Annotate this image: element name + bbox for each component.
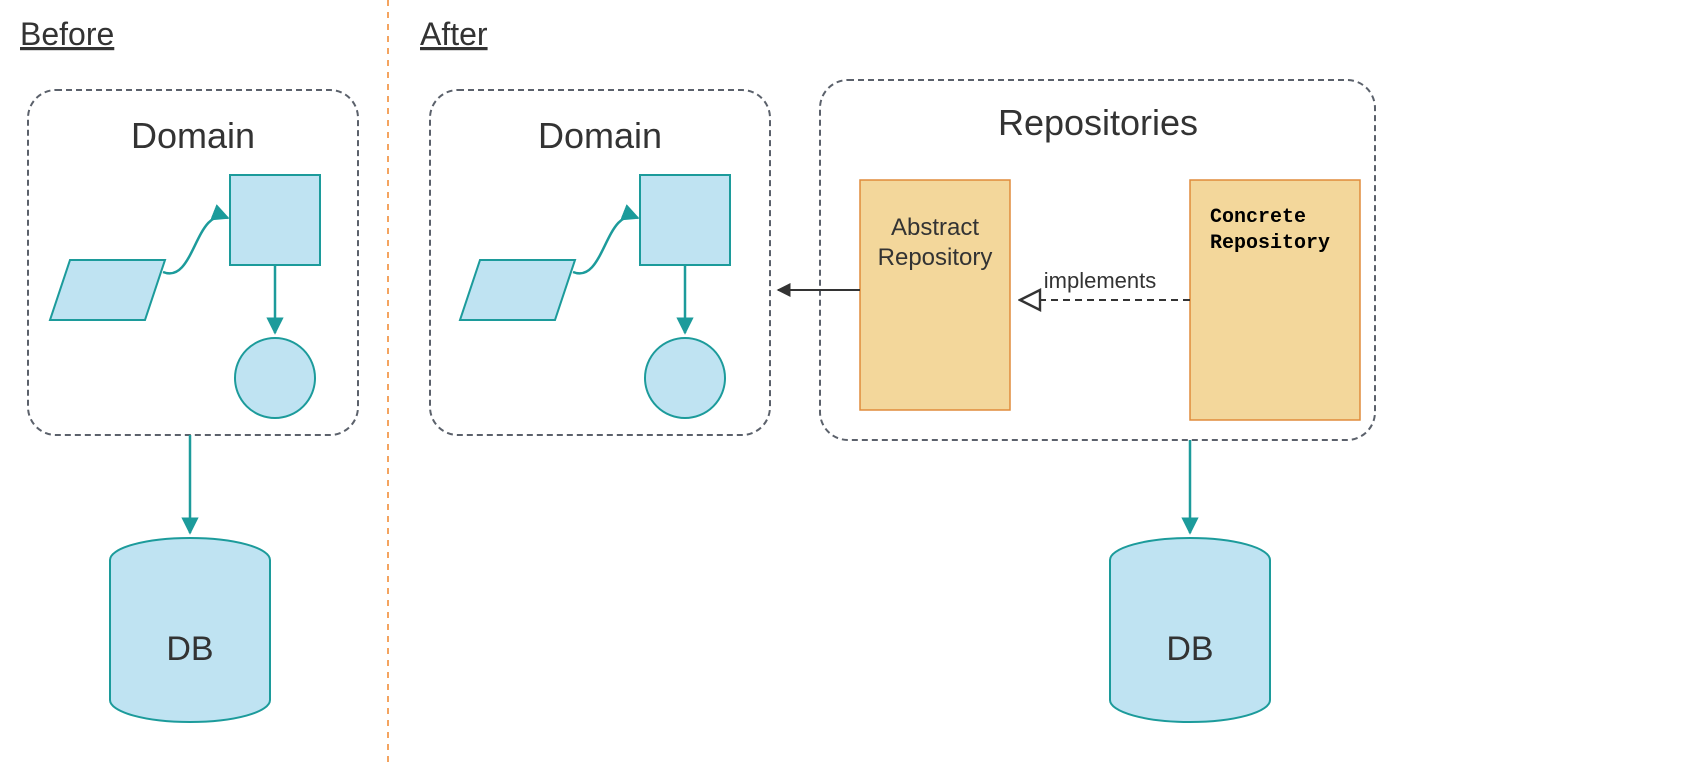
abstract-repository-label-1: Abstract (891, 214, 979, 241)
after-domain-title: Domain (538, 115, 662, 156)
before-heading: Before (20, 16, 114, 52)
repositories-title: Repositories (998, 102, 1198, 143)
architecture-diagram: Before Domain DB After Domain Repositori… (0, 0, 1698, 764)
before-domain-title: Domain (131, 115, 255, 156)
implements-label: implements (1044, 268, 1156, 293)
after-shape-circle (645, 338, 725, 418)
after-shape-square (640, 175, 730, 265)
concrete-repository-label-1: Concrete (1210, 206, 1306, 229)
after-db-cylinder: DB (1110, 538, 1270, 722)
before-db-cylinder: DB (110, 538, 270, 722)
after-shape-parallelogram (460, 260, 575, 320)
before-arrow-para-to-square (163, 217, 228, 274)
after-heading: After (420, 16, 488, 52)
before-db-label: DB (166, 630, 213, 668)
before-shape-circle (235, 338, 315, 418)
concrete-repository-label-2: Repository (1210, 232, 1330, 255)
abstract-repository-label-2: Repository (878, 244, 993, 271)
after-db-label: DB (1166, 630, 1213, 668)
after-arrow-para-to-square (573, 217, 638, 274)
before-shape-square (230, 175, 320, 265)
before-shape-parallelogram (50, 260, 165, 320)
